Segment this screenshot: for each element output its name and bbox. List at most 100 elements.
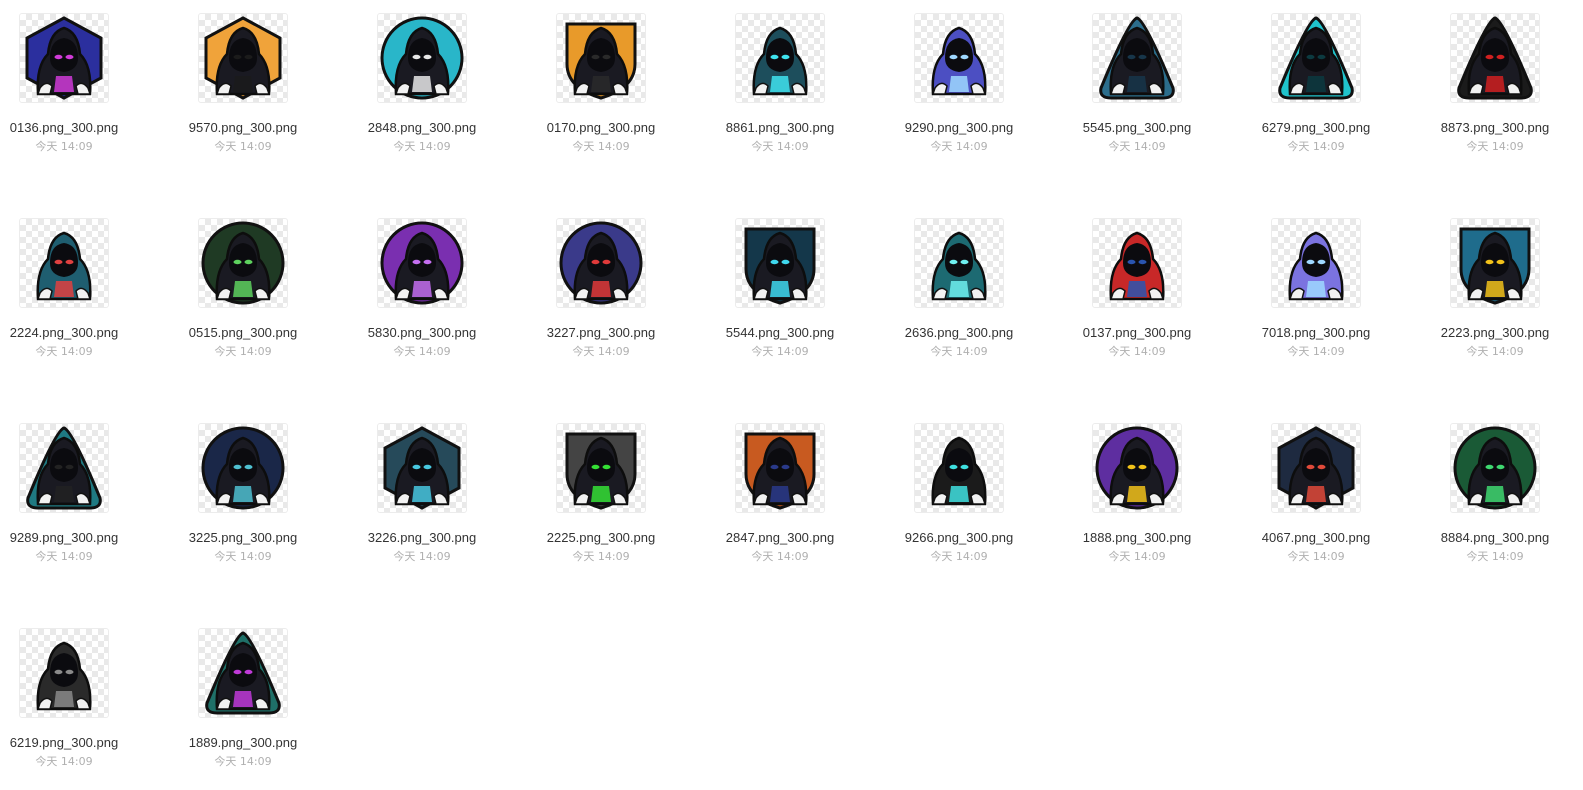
file-tile[interactable]: 8884.png_300.png 今天 14:09 (1420, 423, 1570, 564)
file-thumbnail[interactable] (19, 218, 109, 308)
file-tile[interactable]: 9266.png_300.png 今天 14:09 (884, 423, 1034, 564)
file-name[interactable]: 1889.png_300.png (168, 735, 318, 751)
file-name[interactable]: 9570.png_300.png (168, 120, 318, 136)
file-thumbnail[interactable] (735, 13, 825, 103)
file-tile[interactable]: 2223.png_300.png 今天 14:09 (1420, 218, 1570, 359)
hooded-hacker-mascot-icon (1277, 426, 1355, 510)
file-modified-date: 今天 14:09 (1287, 550, 1345, 563)
file-modified-date: 今天 14:09 (751, 550, 809, 563)
file-name[interactable]: 2636.png_300.png (884, 325, 1034, 341)
file-thumbnail[interactable] (1092, 423, 1182, 513)
file-tile[interactable]: 9289.png_300.png 今天 14:09 (0, 423, 139, 564)
file-thumbnail[interactable] (556, 423, 646, 513)
hooded-hacker-mascot-icon (565, 22, 637, 100)
file-name[interactable]: 0515.png_300.png (168, 325, 318, 341)
file-name[interactable]: 9289.png_300.png (0, 530, 139, 546)
file-tile[interactable]: 2847.png_300.png 今天 14:09 (705, 423, 855, 564)
file-name[interactable]: 2847.png_300.png (705, 530, 855, 546)
file-tile[interactable]: 1888.png_300.png 今天 14:09 (1062, 423, 1212, 564)
file-thumbnail[interactable] (914, 218, 1004, 308)
file-thumbnail[interactable] (1450, 423, 1540, 513)
file-tile[interactable]: 5545.png_300.png 今天 14:09 (1062, 13, 1212, 154)
file-name[interactable]: 6279.png_300.png (1241, 120, 1391, 136)
file-name[interactable]: 2225.png_300.png (526, 530, 676, 546)
file-name[interactable]: 5545.png_300.png (1062, 120, 1212, 136)
file-tile[interactable]: 0170.png_300.png 今天 14:09 (526, 13, 676, 154)
file-name[interactable]: 0136.png_300.png (0, 120, 139, 136)
file-name[interactable]: 2224.png_300.png (0, 325, 139, 341)
file-tile[interactable]: 9570.png_300.png 今天 14:09 (168, 13, 318, 154)
file-tile[interactable]: 2848.png_300.png 今天 14:09 (347, 13, 497, 154)
file-name[interactable]: 3227.png_300.png (526, 325, 676, 341)
file-thumbnail[interactable] (556, 13, 646, 103)
hooded-hacker-mascot-icon (565, 432, 637, 510)
file-thumbnail[interactable] (198, 13, 288, 103)
file-name[interactable]: 8884.png_300.png (1420, 530, 1570, 546)
file-tile[interactable]: 1889.png_300.png 今天 14:09 (168, 628, 318, 769)
file-tile[interactable]: 8861.png_300.png 今天 14:09 (705, 13, 855, 154)
file-thumbnail[interactable] (1450, 13, 1540, 103)
file-tile[interactable]: 2636.png_300.png 今天 14:09 (884, 218, 1034, 359)
file-thumbnail[interactable] (198, 423, 288, 513)
file-thumbnail[interactable] (735, 218, 825, 308)
file-tile[interactable]: 4067.png_300.png 今天 14:09 (1241, 423, 1391, 564)
file-tile[interactable]: 2224.png_300.png 今天 14:09 (0, 218, 139, 359)
file-name[interactable]: 1888.png_300.png (1062, 530, 1212, 546)
file-tile[interactable]: 6219.png_300.png 今天 14:09 (0, 628, 139, 769)
file-thumbnail[interactable] (1271, 13, 1361, 103)
file-name[interactable]: 9266.png_300.png (884, 530, 1034, 546)
file-thumbnail[interactable] (735, 423, 825, 513)
file-name[interactable]: 8861.png_300.png (705, 120, 855, 136)
hooded-hacker-mascot-icon (26, 426, 102, 510)
file-thumbnail[interactable] (914, 13, 1004, 103)
file-name[interactable]: 9290.png_300.png (884, 120, 1034, 136)
file-thumbnail[interactable] (19, 423, 109, 513)
file-thumbnail[interactable] (377, 13, 467, 103)
file-tile[interactable]: 2225.png_300.png 今天 14:09 (526, 423, 676, 564)
file-tile[interactable]: 7018.png_300.png 今天 14:09 (1241, 218, 1391, 359)
file-tile[interactable]: 3226.png_300.png 今天 14:09 (347, 423, 497, 564)
file-thumbnail[interactable] (377, 218, 467, 308)
file-tile[interactable]: 9290.png_300.png 今天 14:09 (884, 13, 1034, 154)
file-name[interactable]: 2223.png_300.png (1420, 325, 1570, 341)
file-modified-date: 今天 14:09 (214, 550, 272, 563)
file-thumbnail[interactable] (914, 423, 1004, 513)
hooded-hacker-mascot-icon (380, 16, 464, 100)
file-name[interactable]: 0170.png_300.png (526, 120, 676, 136)
file-tile[interactable]: 3225.png_300.png 今天 14:09 (168, 423, 318, 564)
file-name[interactable]: 3225.png_300.png (168, 530, 318, 546)
file-thumbnail[interactable] (1271, 218, 1361, 308)
file-name[interactable]: 5544.png_300.png (705, 325, 855, 341)
file-thumbnail[interactable] (1271, 423, 1361, 513)
file-thumbnail[interactable] (19, 628, 109, 718)
file-tile[interactable]: 0515.png_300.png 今天 14:09 (168, 218, 318, 359)
file-name[interactable]: 5830.png_300.png (347, 325, 497, 341)
file-thumbnail[interactable] (1092, 218, 1182, 308)
file-thumbnail[interactable] (1092, 13, 1182, 103)
file-thumbnail[interactable] (19, 13, 109, 103)
file-tile[interactable]: 5830.png_300.png 今天 14:09 (347, 218, 497, 359)
file-tile[interactable]: 6279.png_300.png 今天 14:09 (1241, 13, 1391, 154)
file-tile[interactable]: 8873.png_300.png 今天 14:09 (1420, 13, 1570, 154)
file-tile[interactable]: 0137.png_300.png 今天 14:09 (1062, 218, 1212, 359)
file-tile[interactable]: 3227.png_300.png 今天 14:09 (526, 218, 676, 359)
file-tile[interactable]: 5544.png_300.png 今天 14:09 (705, 218, 855, 359)
file-thumbnail[interactable] (198, 628, 288, 718)
file-name[interactable]: 2848.png_300.png (347, 120, 497, 136)
hooded-hacker-mascot-icon (1095, 426, 1179, 510)
file-name[interactable]: 6219.png_300.png (0, 735, 139, 751)
hooded-hacker-mascot-icon (380, 221, 464, 305)
file-thumbnail[interactable] (377, 423, 467, 513)
file-thumbnail[interactable] (556, 218, 646, 308)
file-name[interactable]: 4067.png_300.png (1241, 530, 1391, 546)
file-modified-date: 今天 14:09 (1108, 345, 1166, 358)
file-name[interactable]: 8873.png_300.png (1420, 120, 1570, 136)
file-modified-date: 今天 14:09 (930, 345, 988, 358)
file-thumbnail[interactable] (1450, 218, 1540, 308)
file-name[interactable]: 0137.png_300.png (1062, 325, 1212, 341)
file-modified-date: 今天 14:09 (35, 550, 93, 563)
file-thumbnail[interactable] (198, 218, 288, 308)
file-name[interactable]: 7018.png_300.png (1241, 325, 1391, 341)
file-name[interactable]: 3226.png_300.png (347, 530, 497, 546)
file-tile[interactable]: 0136.png_300.png 今天 14:09 (0, 13, 139, 154)
